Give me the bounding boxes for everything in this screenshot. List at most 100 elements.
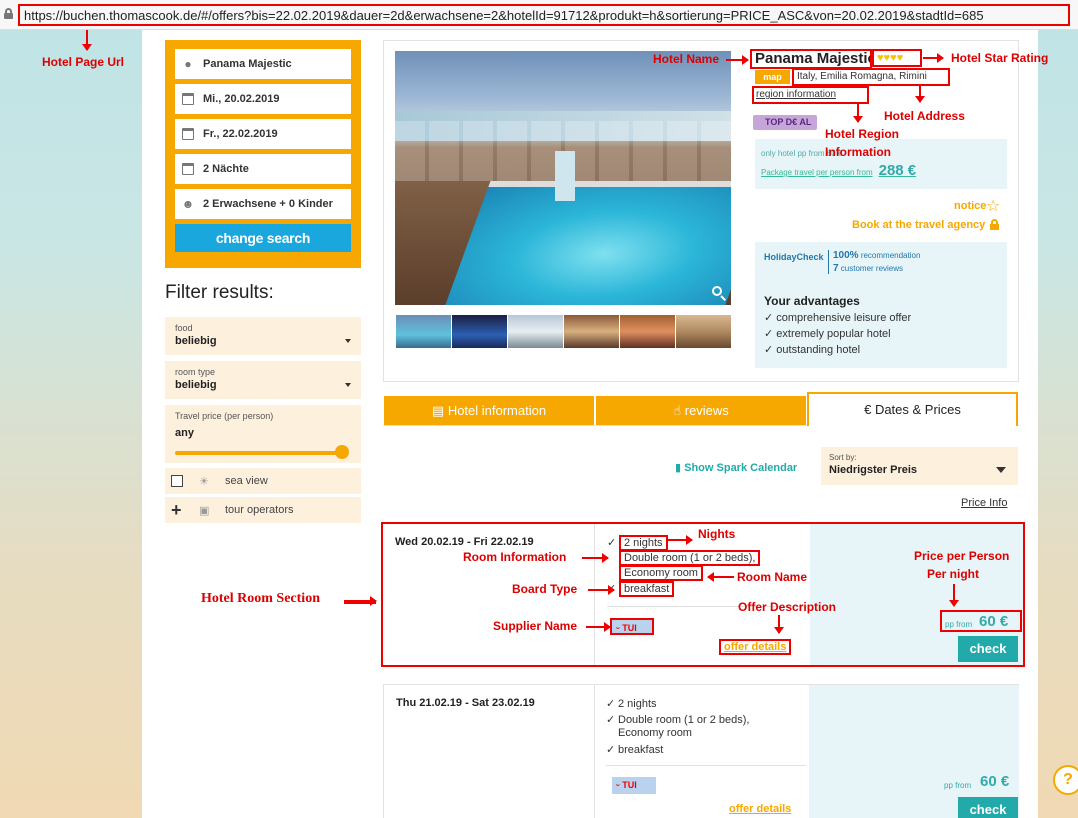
food-filter[interactable]: food beliebig: [165, 317, 361, 355]
url-field[interactable]: https://buchen.thomascook.de/#/offers?bi…: [18, 4, 1070, 26]
supplier-logo: ᵕ TUI: [612, 777, 656, 794]
offer-details-link[interactable]: offer details: [729, 803, 791, 815]
reviews-label: customer reviews: [840, 264, 904, 273]
reviews-line: 7 customer reviews: [833, 263, 903, 274]
hotel-star-rating: ♥♥♥♥: [872, 49, 922, 67]
offer-room-name: Economy room: [618, 727, 692, 739]
holidaycheck-logo: HolidayCheck: [764, 252, 824, 262]
tab-hotel-information[interactable]: ▤ Hotel information: [384, 396, 594, 426]
package-price-value: 288 €: [878, 162, 917, 179]
price-info-link[interactable]: Price Info: [961, 497, 1007, 509]
price-filter-label: Travel price (per person): [175, 411, 274, 421]
map-button[interactable]: map: [755, 70, 790, 84]
food-label: food: [175, 323, 193, 333]
price-slider-track[interactable]: [175, 451, 347, 455]
offer-room-type: Double room (1 or 2 beds),: [607, 550, 761, 566]
region-information-link[interactable]: region information: [752, 86, 869, 104]
hotel-name: Panama Majestic: [750, 49, 872, 69]
nights-field[interactable]: 2 Nächte: [175, 154, 351, 184]
help-icon[interactable]: ?: [1053, 765, 1078, 795]
hotel-thumbnail[interactable]: [508, 315, 563, 348]
search-panel: ● Panama Majestic Mi., 20.02.2019 Fr., 2…: [165, 40, 361, 268]
sort-select[interactable]: Sort by: Niedrigster Preis: [821, 447, 1018, 485]
offer-details-link[interactable]: offer details: [719, 639, 792, 655]
room-type-filter[interactable]: room type beliebig: [165, 361, 361, 399]
advantage-item: ✓ comprehensive leisure offer: [764, 312, 912, 324]
annotation-room-name: Room Name: [737, 570, 808, 584]
price-slider-handle[interactable]: [335, 445, 349, 459]
hotel-thumbnail[interactable]: [564, 315, 619, 348]
offer-board-type: ✓breakfast: [606, 744, 664, 756]
tab-reviews-label: reviews: [684, 403, 729, 418]
offer-board-type: ✓breakfast: [607, 581, 675, 597]
from-date-value: Mi., 20.02.2019: [203, 93, 280, 105]
tui-smile-icon: ᵕ: [616, 780, 620, 790]
filter-title: Filter results:: [165, 282, 274, 303]
star-outline-icon[interactable]: ☆: [986, 196, 1000, 216]
tab-dates-prices-label: Dates & Prices: [874, 402, 961, 417]
check-button[interactable]: check: [958, 797, 1018, 818]
package-price-link[interactable]: Package travel per person from 288 €: [761, 162, 1001, 179]
calendar-icon: [181, 162, 195, 176]
tab-dates-prices[interactable]: € Dates & Prices: [807, 392, 1018, 426]
destination-field[interactable]: ● Panama Majestic: [175, 49, 351, 79]
change-search-button[interactable]: change search: [175, 224, 351, 252]
nights-value: 2 Nächte: [203, 163, 249, 175]
travellers-field[interactable]: ☻ 2 Erwachsene + 0 Kinder: [175, 189, 351, 219]
to-date-field[interactable]: Fr., 22.02.2019: [175, 119, 351, 149]
annotation-offer-description: Offer Description: [738, 600, 837, 614]
package-price-label: Package travel per person from: [761, 168, 873, 177]
offer-dates: Wed 20.02.19 - Fri 22.02.19: [395, 536, 534, 548]
offer-room-name: Economy room: [607, 565, 703, 581]
annotation-region-2: Information: [825, 145, 891, 159]
tour-operators-filter[interactable]: + ▣ tour operators: [165, 497, 361, 523]
chevron-down-icon: [996, 467, 1006, 473]
chevron-down-icon: [345, 339, 351, 343]
reviews-count: 7: [833, 263, 839, 274]
spark-calendar-link[interactable]: ▮ Show Spark Calendar: [675, 461, 797, 474]
tab-reviews[interactable]: ☝ reviews: [596, 396, 806, 426]
book-at-agency-link[interactable]: Book at the travel agency: [852, 219, 985, 231]
notice-link[interactable]: notice: [954, 200, 986, 212]
annotation-per-night: Per night: [927, 567, 980, 581]
annotation-star-rating: Hotel Star Rating: [951, 51, 1049, 65]
chevron-down-icon: [345, 383, 351, 387]
annotation-region: Hotel Region: [825, 127, 899, 141]
bar-chart-icon: ▮: [675, 462, 682, 474]
calendar-icon: [181, 127, 195, 141]
annotation-nights: Nights: [698, 527, 736, 541]
room-offer: Thu 21.02.19 - Sat 23.02.19 ✓ 2 nights ✓ D…: [383, 684, 1019, 818]
pp-from-label: pp from: [945, 620, 973, 629]
from-date-field[interactable]: Mi., 20.02.2019: [175, 84, 351, 114]
recommendation-line: 100% recommendation: [833, 250, 920, 261]
plus-icon[interactable]: +: [171, 501, 183, 519]
hotel-main-photo[interactable]: [395, 51, 731, 305]
hotel-thumbnail[interactable]: [452, 315, 507, 348]
hotel-thumbnail[interactable]: [396, 315, 451, 348]
location-pin-icon: ●: [184, 57, 192, 71]
offer-price: 60 €: [980, 773, 1010, 790]
sea-view-filter[interactable]: ☀ sea view: [165, 468, 361, 494]
top-deal-badge: TOP D€ AL: [753, 115, 817, 130]
travellers-value: 2 Erwachsene + 0 Kinder: [203, 198, 333, 210]
food-value: beliebig: [175, 335, 217, 347]
hotel-address: Italy, Emilia Romagna, Rimini: [792, 68, 950, 86]
hotel-thumbnail[interactable]: [620, 315, 675, 348]
pp-from-label: pp from: [944, 781, 972, 790]
people-icon: ☻: [181, 197, 195, 211]
calendar-icon: [181, 92, 195, 106]
offer-nights: ✓ 2 nights: [606, 698, 657, 710]
offer-nights: ✓ 2 nights: [607, 535, 668, 551]
hotel-thumbnail[interactable]: [676, 315, 731, 348]
tab-hotel-information-label: Hotel information: [447, 403, 547, 418]
check-button[interactable]: check: [958, 636, 1018, 662]
advantages-title: Your advantages: [764, 294, 860, 308]
zoom-icon[interactable]: [712, 286, 726, 301]
lock-icon: [4, 8, 13, 19]
sort-label: Sort by:: [829, 453, 857, 462]
sea-view-checkbox[interactable]: [171, 475, 183, 487]
to-date-value: Fr., 22.02.2019: [203, 128, 278, 140]
suitcase-icon: ▣: [199, 505, 210, 517]
room-offer: Wed 20.02.19 - Fri 22.02.19 ✓ 2 nights Do…: [381, 522, 1025, 667]
thumbs-up-icon: ☝: [673, 403, 682, 418]
